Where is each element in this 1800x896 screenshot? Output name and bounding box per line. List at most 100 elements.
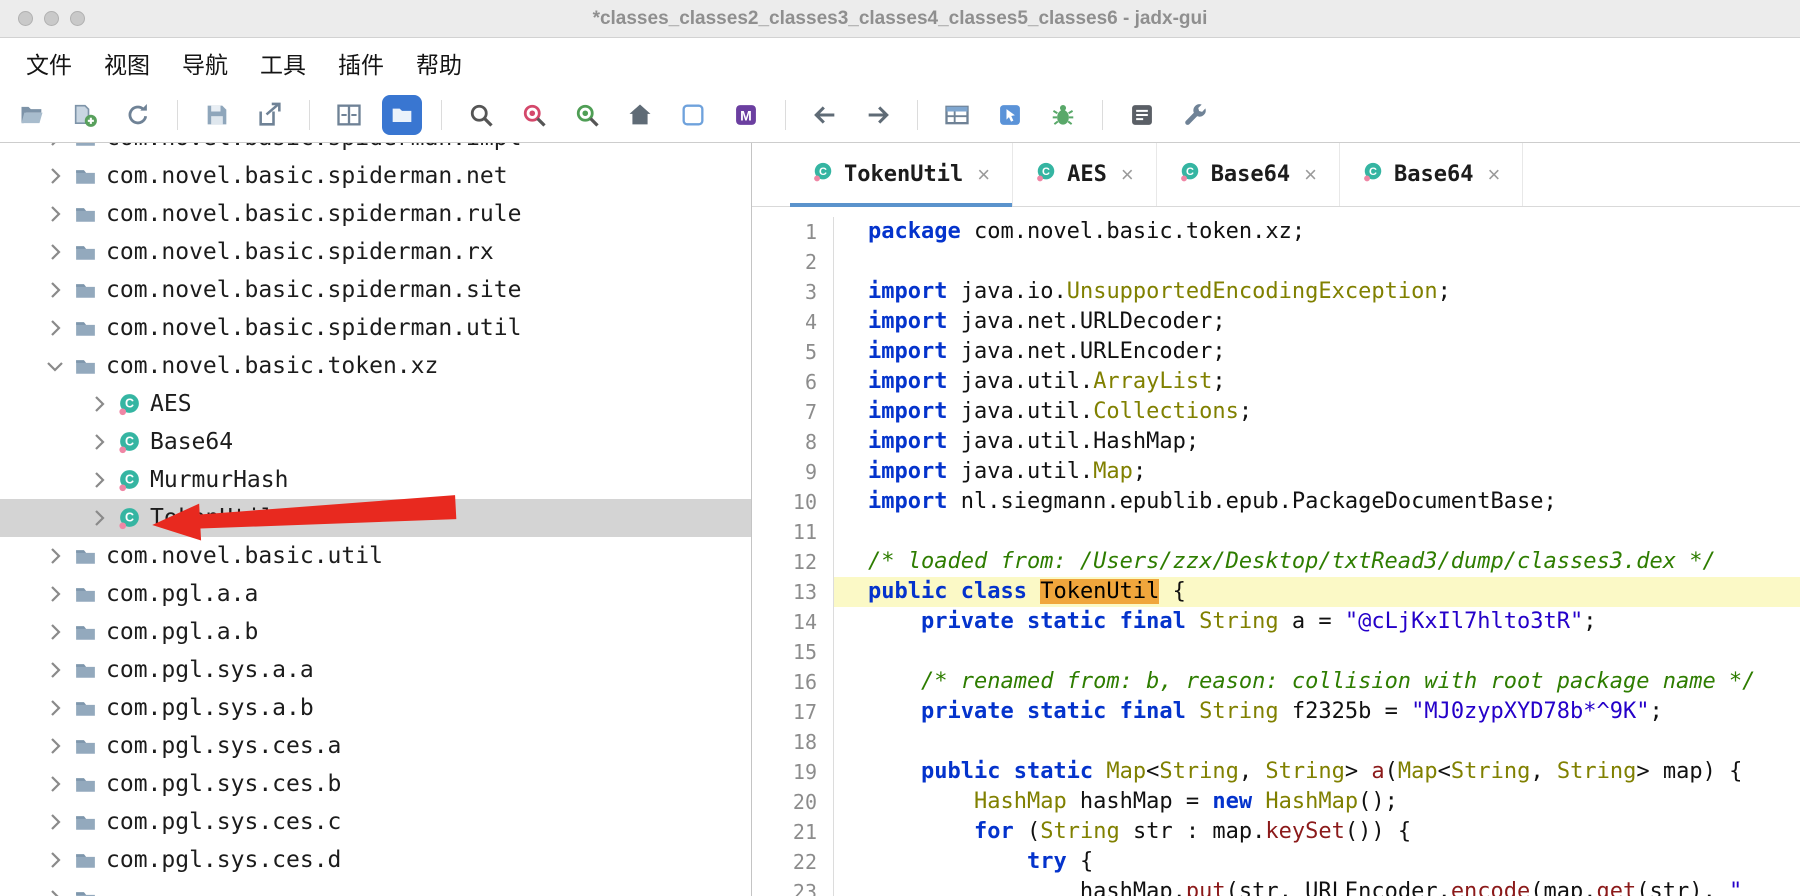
text-search-button[interactable] [461,95,501,135]
tree-item-com-pgl-sys-ces-c[interactable]: com.pgl.sys.ces.c [0,803,751,841]
line-number: 6 [752,367,834,397]
chevron-right-icon[interactable] [42,619,68,645]
code-line: 22 try { [752,847,1800,877]
tab-aes[interactable]: CAES× [1013,143,1157,206]
chevron-right-icon[interactable] [86,467,112,493]
chevron-right-icon[interactable] [42,733,68,759]
code-token: ; [1583,609,1596,634]
chevron-right-icon[interactable] [42,543,68,569]
tree-item-com-novel-basic-spiderman-net[interactable]: com.novel.basic.spiderman.net [0,157,751,195]
comment-search-icon [573,101,601,129]
code-token: "MJ0zypXYD78b*^9K" [1411,699,1649,724]
code-token: String [1451,759,1530,784]
tab-tokenutil[interactable]: CTokenUtil× [790,143,1013,206]
zoom-button[interactable] [70,11,85,26]
settings-wrench-button[interactable] [1175,95,1215,135]
chevron-right-glyph [43,810,67,834]
chevron-right-icon[interactable] [42,239,68,265]
inspector-button[interactable] [990,95,1030,135]
menu-view[interactable]: 视图 [88,46,166,80]
tab-close-icon[interactable]: × [1304,164,1317,186]
menu-file[interactable]: 文件 [10,46,88,80]
save-all-button[interactable] [197,95,237,135]
code-token: encode [1451,879,1530,896]
tree-item-clipped[interactable] [0,879,751,896]
tab-base64[interactable]: CBase64× [1157,143,1340,206]
tab-base64[interactable]: CBase64× [1340,143,1523,206]
tree-item-tokenutil[interactable]: CTokenUtil [0,499,751,537]
tree-item-com-novel-basic-util[interactable]: com.novel.basic.util [0,537,751,575]
tree-item-com-novel-basic-spiderman-rx[interactable]: com.novel.basic.spiderman.rx [0,233,751,271]
folder-icon [72,619,98,645]
code-token: UnsupportedEncodingException [1067,279,1438,304]
tab-close-icon[interactable]: × [977,164,990,186]
chevron-right-icon[interactable] [42,809,68,835]
class-search-button[interactable] [514,95,554,135]
m-plugin-button[interactable]: M [726,95,766,135]
tab-close-icon[interactable]: × [1121,164,1134,186]
chevron-right-icon[interactable] [42,143,68,151]
tree-item-com-pgl-sys-a-a[interactable]: com.pgl.sys.a.a [0,651,751,689]
tree-item-base64[interactable]: CBase64 [0,423,751,461]
open-file-button[interactable] [12,95,52,135]
tree-item-com-novel-basic-spiderman-util[interactable]: com.novel.basic.spiderman.util [0,309,751,347]
chevron-right-icon[interactable] [42,847,68,873]
tree-item-com-novel-basic-spiderman-rule[interactable]: com.novel.basic.spiderman.rule [0,195,751,233]
chevron-right-icon[interactable] [42,277,68,303]
chevron-right-icon[interactable] [42,581,68,607]
folder-glyph [73,354,98,379]
tree-item-com-novel-basic-spiderman-site[interactable]: com.novel.basic.spiderman.site [0,271,751,309]
chevron-right-icon[interactable] [42,657,68,683]
chevron-right-icon[interactable] [42,885,68,896]
tree-item-com-pgl-sys-ces-d[interactable]: com.pgl.sys.ces.d [0,841,751,879]
main-activity-home-icon [626,101,654,129]
tree-item-label: com.novel.basic.spiderman.util [106,315,521,341]
chevron-right-icon[interactable] [42,163,68,189]
tab-close-icon[interactable]: × [1488,164,1501,186]
debugger-bug-button[interactable] [1043,95,1083,135]
minimize-button[interactable] [44,11,59,26]
tree-item-com-novel-basic-token-xz[interactable]: com.novel.basic.token.xz [0,347,751,385]
chevron-right-icon[interactable] [86,429,112,455]
menu-tools[interactable]: 工具 [244,46,322,80]
main-activity-home-button[interactable] [620,95,660,135]
chevron-down-icon[interactable] [42,353,68,379]
back-button[interactable] [805,95,845,135]
menu-plugins[interactable]: 插件 [322,46,400,80]
code-token: /* loaded from: /Users/zzx/Desktop/txtRe… [868,549,1716,574]
tree-item-com-pgl-sys-a-b[interactable]: com.pgl.sys.a.b [0,689,751,727]
add-files-button[interactable] [65,95,105,135]
log-viewer-button[interactable] [1122,95,1162,135]
close-button[interactable] [18,11,33,26]
code-token [1186,609,1199,634]
menu-navigation[interactable]: 导航 [166,46,244,80]
export-button[interactable] [250,95,290,135]
chevron-right-icon[interactable] [42,771,68,797]
dock-layout-button[interactable] [329,95,369,135]
chevron-right-icon[interactable] [42,695,68,721]
tree-item-com-novel-basic-spiderman-impl[interactable]: com.novel.basic.spiderman.impl [0,143,751,157]
deobfuscation-button[interactable] [937,95,977,135]
forward-button[interactable] [858,95,898,135]
menu-help[interactable]: 帮助 [400,46,478,80]
tree-item-com-pgl-sys-ces-a[interactable]: com.pgl.sys.ces.a [0,727,751,765]
tree-item-com-pgl-a-b[interactable]: com.pgl.a.b [0,613,751,651]
add-files-icon [71,101,99,129]
tree-item-com-pgl-sys-ces-b[interactable]: com.pgl.sys.ces.b [0,765,751,803]
reload-button[interactable] [118,95,158,135]
code-editor[interactable]: 1package com.novel.basic.token.xz;2 3imp… [752,207,1800,896]
tree-item-com-pgl-a-a[interactable]: com.pgl.a.a [0,575,751,613]
code-token [868,699,921,724]
chevron-right-icon[interactable] [86,391,112,417]
code-line: 3import java.io.UnsupportedEncodingExcep… [752,277,1800,307]
tree-item-murmurhash[interactable]: CMurmurHash [0,461,751,499]
chevron-right-icon[interactable] [42,201,68,227]
chevron-right-icon[interactable] [86,505,112,531]
flat-packages-button[interactable] [382,95,422,135]
tree-item-label: com.pgl.sys.a.a [106,657,314,683]
window-plugin-button[interactable] [673,95,713,135]
chevron-right-icon[interactable] [42,315,68,341]
comment-search-button[interactable] [567,95,607,135]
package-tree[interactable]: com.novel.basic.spiderman.implcom.novel.… [0,143,752,896]
tree-item-aes[interactable]: CAES [0,385,751,423]
